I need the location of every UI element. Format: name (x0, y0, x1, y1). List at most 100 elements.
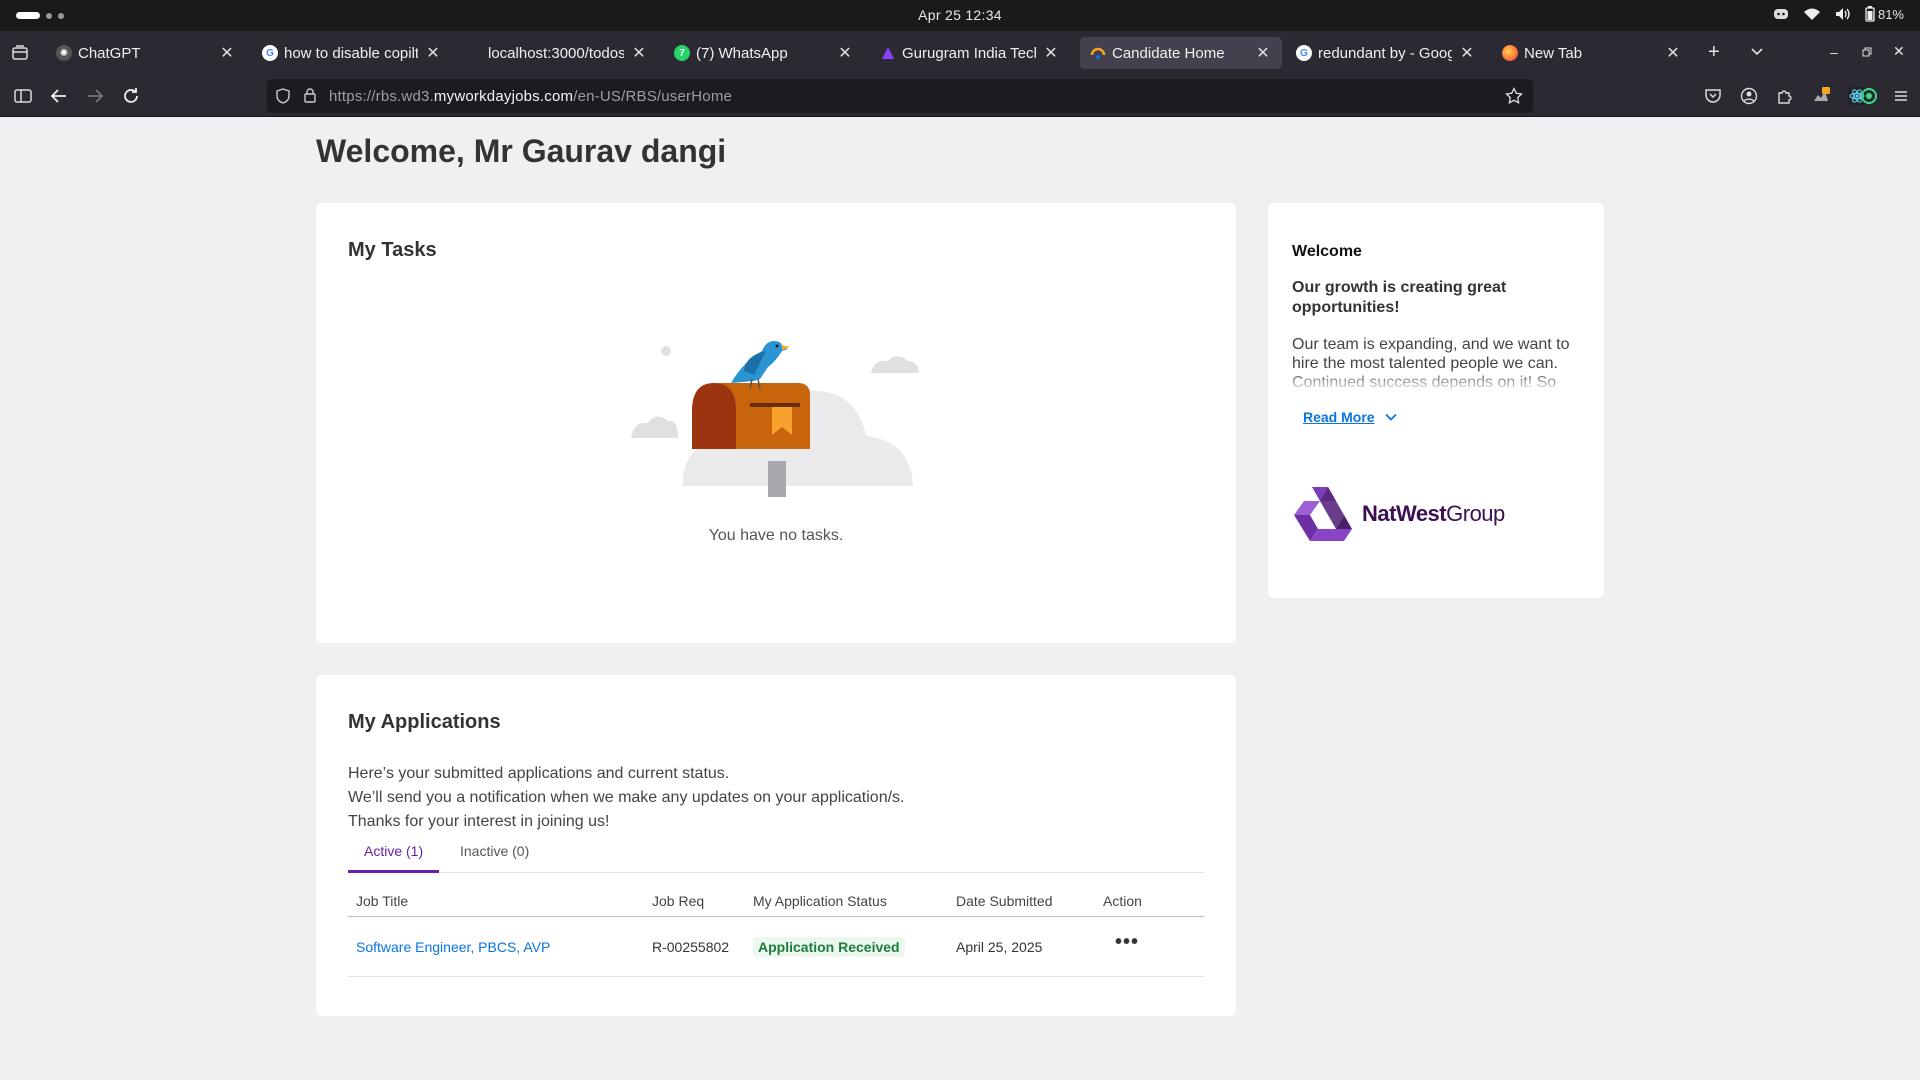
browser-nav-bar: https://rbs.wd3.myworkdayjobs.com/en-US/… (0, 75, 1920, 117)
url-path: /en-US/RBS/userHome (573, 88, 733, 105)
account-icon[interactable] (1740, 87, 1758, 105)
tab-title: Candidate Home (1112, 44, 1225, 62)
tab-title: redundant by - Google (1318, 44, 1452, 62)
battery-icon (1865, 6, 1875, 22)
logo-wordmark-rest: Group (1446, 501, 1505, 526)
workday-icon (1090, 45, 1106, 61)
column-header-date-submitted[interactable]: Date Submitted (956, 893, 1053, 909)
welcome-card: Welcome Our growth is creating great opp… (1268, 203, 1604, 598)
applications-intro: Here’s your submitted applications and c… (348, 762, 904, 834)
sidebar-toggle-icon[interactable] (12, 85, 34, 107)
read-more-label: Read More (1303, 409, 1375, 425)
applications-table-header: Job Title Job Req My Application Status … (348, 881, 1204, 917)
chatgpt-icon: ✺ (56, 45, 72, 61)
intro-line: We’ll send you a notification when we ma… (348, 789, 905, 806)
browser-tab-chatgpt[interactable]: ✺ ChatGPT ✕ (46, 37, 246, 69)
google-icon: G (1296, 45, 1312, 61)
browser-tab-strip: ✺ ChatGPT ✕ G how to disable copilt c ✕ … (0, 31, 1920, 75)
green-circle-extension-icon[interactable] (1860, 87, 1878, 105)
browser-tab-new-tab[interactable]: New Tab ✕ (1492, 37, 1692, 69)
natwest-group-logo: NatWestGroup (1292, 485, 1505, 543)
close-tab-icon[interactable]: ✕ (630, 43, 648, 63)
applications-tabs: Active (1) Inactive (0) (348, 841, 1204, 873)
triangle-icon (880, 45, 896, 61)
read-more-button[interactable]: Read More (1303, 409, 1397, 425)
extensions-puzzle-icon[interactable] (1776, 87, 1794, 105)
url-prefix: https://rbs.wd3. (329, 88, 434, 105)
lock-icon[interactable] (303, 87, 317, 103)
my-applications-heading: My Applications (348, 711, 501, 733)
browser-tab-candidate-home[interactable]: Candidate Home ✕ (1080, 37, 1282, 69)
job-req-cell: R-00255802 (652, 939, 730, 955)
close-tab-icon[interactable]: ✕ (1458, 43, 1476, 63)
close-tab-icon[interactable]: ✕ (424, 43, 442, 63)
close-tab-icon[interactable]: ✕ (1664, 43, 1682, 63)
tab-title: Gurugram India Techno (902, 44, 1036, 62)
close-tab-icon[interactable]: ✕ (836, 43, 854, 63)
tab-title: New Tab (1524, 44, 1583, 62)
no-tasks-message: You have no tasks. (708, 527, 844, 544)
logo-wordmark-bold: NatWest (1362, 501, 1447, 526)
firefox-icon (1502, 45, 1518, 61)
close-tab-icon[interactable]: ✕ (1254, 43, 1272, 63)
tab-active[interactable]: Active (1) (348, 841, 440, 873)
tab-title: how to disable copilt c (284, 44, 418, 62)
battery-percent: 81% (1877, 6, 1904, 22)
date-submitted-cell: April 25, 2025 (956, 939, 1043, 955)
hamburger-menu-icon[interactable] (1892, 87, 1910, 105)
browser-tab-gurugram[interactable]: Gurugram India Techno ✕ (870, 37, 1070, 69)
column-header-status[interactable]: My Application Status (753, 893, 887, 909)
tab-title: ChatGPT (78, 44, 141, 62)
my-tasks-heading: My Tasks (348, 239, 437, 261)
wifi-icon[interactable] (1803, 7, 1821, 21)
url-domain: myworkdayjobs.com (433, 88, 574, 105)
intro-line: Here’s your submitted applications and c… (348, 765, 730, 782)
welcome-headline: Our growth is creating great opportuniti… (1292, 279, 1507, 316)
restore-icon[interactable] (1862, 47, 1872, 57)
page-title: Welcome, Mr Gaurav dangi (316, 133, 727, 169)
empty-mailbox-illustration (631, 341, 919, 497)
forward-arrow-icon[interactable] (84, 85, 106, 107)
extension-badge-icon[interactable] (1812, 87, 1830, 105)
chevron-down-icon (1384, 413, 1397, 421)
browser-tab-whatsapp[interactable]: 7 (7) WhatsApp ✕ (664, 37, 864, 69)
column-header-job-title[interactable]: Job Title (356, 893, 408, 909)
bookmark-star-icon[interactable] (1505, 87, 1523, 105)
browser-tab-google-search[interactable]: G how to disable copilt c ✕ (252, 37, 452, 69)
more-actions-icon[interactable]: ••• (1115, 931, 1139, 954)
my-tasks-card: My Tasks You have no tasks. (316, 203, 1236, 643)
close-tab-icon[interactable]: ✕ (218, 43, 236, 63)
tab-title: (7) WhatsApp (696, 44, 788, 62)
window-close-icon[interactable]: ✕ (1893, 43, 1905, 60)
column-header-action: Action (1103, 893, 1142, 909)
close-tab-icon[interactable]: ✕ (1042, 43, 1060, 63)
job-title-link[interactable]: Software Engineer, PBCS, AVP (356, 939, 550, 955)
welcome-body-text: Our team is expanding, and we want to hi… (1292, 336, 1570, 391)
table-row: Software Engineer, PBCS, AVP R-00255802 … (348, 917, 1204, 977)
url-text[interactable]: https://rbs.wd3.myworkdayjobs.com/en-US/… (329, 88, 732, 105)
list-all-tabs-icon[interactable] (1750, 45, 1764, 59)
shield-icon[interactable] (275, 88, 291, 104)
system-tray[interactable]: 81% (1773, 6, 1904, 22)
column-header-job-req[interactable]: Job Req (652, 893, 704, 909)
discord-icon[interactable] (1773, 7, 1789, 21)
minimize-icon[interactable]: – (1830, 44, 1838, 60)
back-arrow-icon[interactable] (48, 85, 70, 107)
browser-tab-google-redundant[interactable]: G redundant by - Google ✕ (1286, 37, 1486, 69)
address-bar[interactable]: https://rbs.wd3.myworkdayjobs.com/en-US/… (267, 79, 1533, 113)
reload-icon[interactable] (120, 85, 142, 107)
os-top-bar: Apr 25 12:34 81% (0, 0, 1920, 31)
new-tab-plus-icon[interactable]: + (1708, 41, 1720, 64)
intro-line: Thanks for your interest in joining us! (348, 813, 610, 830)
status-badge: Application Received (753, 937, 905, 957)
battery-indicator[interactable]: 81% (1865, 6, 1904, 22)
tab-title: localhost:3000/todos (488, 44, 624, 62)
natwest-chevron-icon (1294, 487, 1352, 541)
tab-inactive[interactable]: Inactive (0) (444, 841, 545, 873)
tab-overview-icon[interactable] (10, 43, 30, 63)
volume-icon[interactable] (1835, 7, 1851, 21)
pocket-icon[interactable] (1704, 87, 1722, 105)
browser-tab-localhost[interactable]: localhost:3000/todos ✕ (458, 37, 658, 69)
os-clock[interactable]: Apr 25 12:34 (0, 7, 1920, 23)
whatsapp-icon: 7 (674, 45, 690, 61)
